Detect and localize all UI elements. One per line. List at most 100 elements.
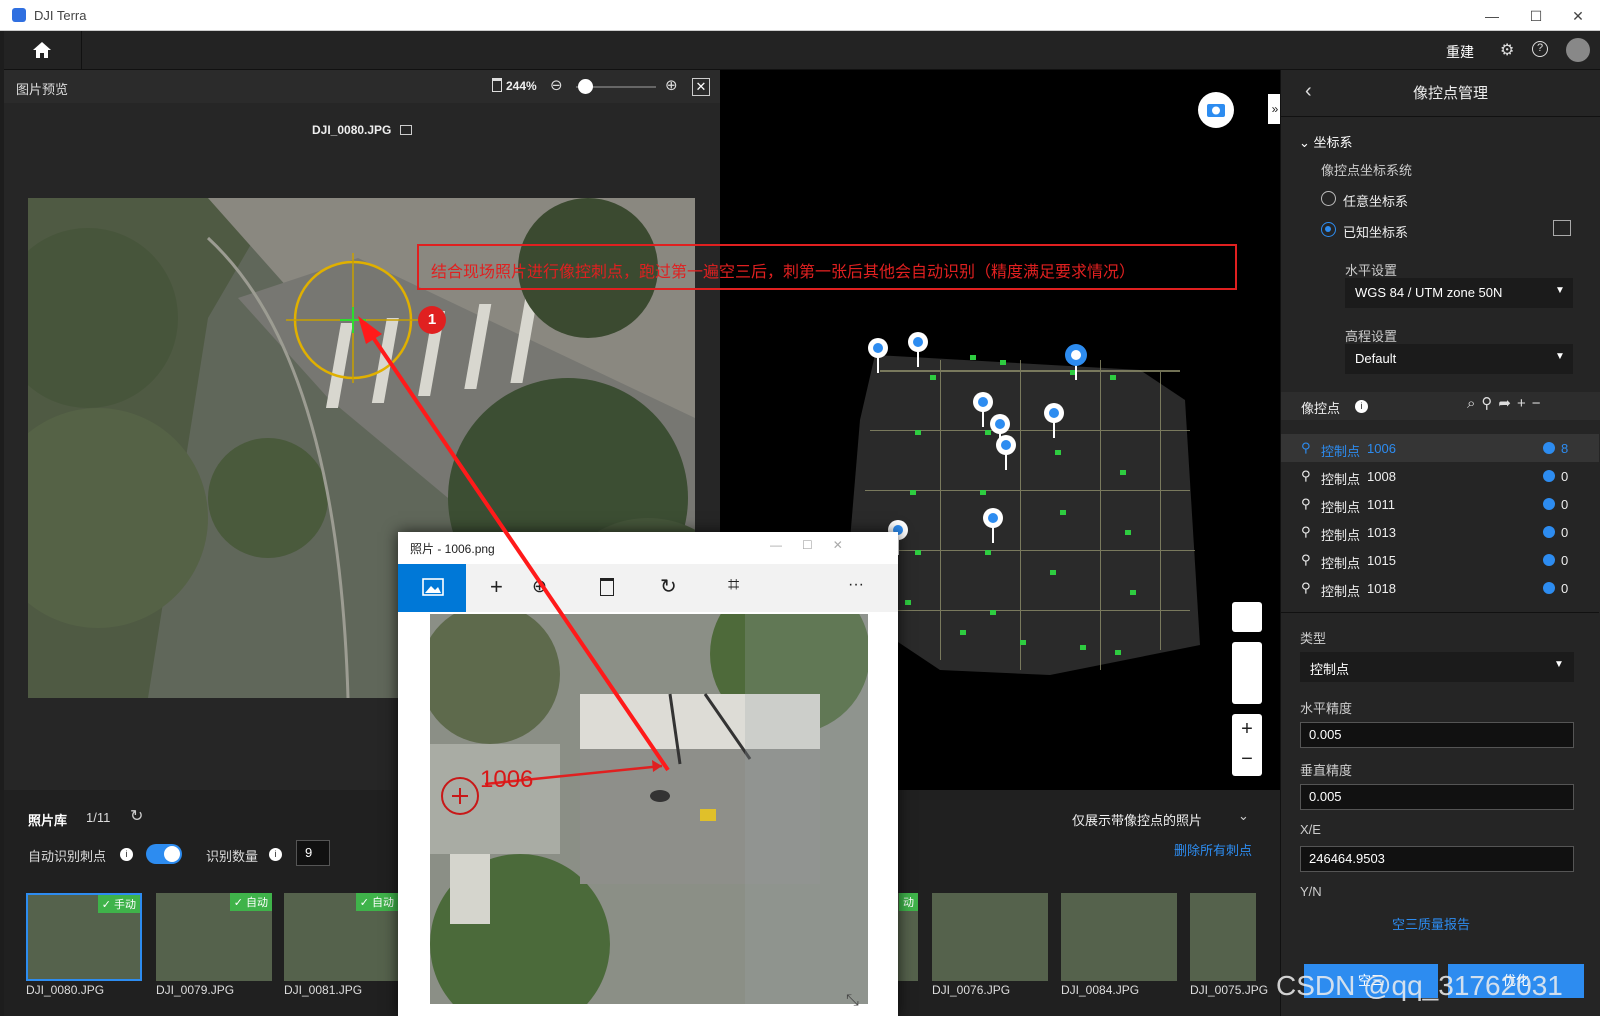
site-photo[interactable]: 1006 <box>430 614 868 1004</box>
gcp-tool-icons[interactable]: ⌕⚲➦+− <box>1467 394 1546 412</box>
photos-window-controls[interactable]: — ☐ ✕ <box>770 538 843 552</box>
horizontal-crs-value: WGS 84 / UTM zone 50N <box>1355 285 1503 300</box>
zoom-slider-handle[interactable] <box>578 79 593 94</box>
gcp-type: 控制点 <box>1321 472 1361 487</box>
radio-known-coord[interactable] <box>1321 222 1336 237</box>
photos-toolbar: + ⊕ ↻ ⌗ ··· <box>398 564 898 612</box>
thumbnail-dji-0076[interactable] <box>932 893 1048 981</box>
gcp-id: 1013 <box>1367 525 1396 540</box>
view-mode-icon[interactable] <box>1232 602 1262 632</box>
gcp-count: 0 <box>1561 525 1569 540</box>
minimize-button[interactable]: — <box>1472 5 1512 27</box>
cube-view-icons[interactable] <box>1232 642 1262 704</box>
help-icon[interactable]: ? <box>1532 41 1548 57</box>
elevation-select[interactable]: Default ▼ <box>1345 344 1573 374</box>
elevation-value: Default <box>1355 351 1397 366</box>
app-toolbar: 重建 ⚙ ? <box>4 31 1600 70</box>
close-preview-icon[interactable]: ✕ <box>692 78 710 96</box>
gcp-row[interactable]: ⚲ 控制点 1018 0 <box>1281 574 1599 602</box>
photo-view-button[interactable] <box>398 564 466 612</box>
watermark: CSDN @qq_31762031 <box>1276 970 1563 1001</box>
import-prj-icon[interactable] <box>1553 220 1571 236</box>
vertical-accuracy-input[interactable]: 0.005 <box>1300 784 1574 810</box>
filter-dropdown[interactable]: 仅展示带像控点的照片 ⌄ <box>1072 804 1252 832</box>
maximize-button[interactable]: ☐ <box>1516 5 1556 27</box>
preview-title: 图片预览 <box>16 82 69 97</box>
radio-any-coord[interactable] <box>1321 191 1336 206</box>
thumbnail-dji-0080[interactable]: ✓ 手动 <box>26 893 142 981</box>
dropdown-arrow-icon: ▼ <box>1555 351 1565 362</box>
gcp-row[interactable]: ⚲ 控制点 1015 0 <box>1281 546 1599 574</box>
auto-recognize-label: 自动识别刺点 <box>28 849 107 864</box>
gcp-pin-icon: ⚲ <box>1301 580 1311 595</box>
chevron-down-icon: ⌄ <box>1238 808 1249 823</box>
recognize-count-label: 识别数量 <box>206 849 259 864</box>
dji-terra-logo-icon <box>12 8 26 22</box>
gcp-list-title: 像控点 <box>1301 401 1341 416</box>
panel-title: 像控点管理 <box>1413 85 1489 102</box>
gcp-count: 0 <box>1561 553 1569 568</box>
camera-button[interactable] <box>1198 92 1234 128</box>
gcp-row[interactable]: ⚲ 控制点 1008 0 <box>1281 462 1599 490</box>
add-icon[interactable]: + <box>490 574 503 600</box>
recognize-count-input[interactable]: 9 <box>296 840 330 866</box>
type-value: 控制点 <box>1310 662 1350 677</box>
gcp-type: 控制点 <box>1321 556 1361 571</box>
gcp-id: 1008 <box>1367 469 1396 484</box>
gcp-row[interactable]: ⚲ 控制点 1011 0 <box>1281 490 1599 518</box>
annotation-text: 结合现场照片进行像控刺点，跑过第一遍空三后，刺第一张后其他会自动识别（精度满足要… <box>431 264 1136 281</box>
x-e-input[interactable]: 246464.9503 <box>1300 846 1574 872</box>
zoom-icon[interactable]: ⊕ <box>532 576 547 597</box>
photos-app-window: 照片 - 1006.png — ☐ ✕ + ⊕ ↻ ⌗ ··· 1006 ⤡ <box>398 532 898 1016</box>
rotate-icon[interactable]: ↻ <box>660 574 677 599</box>
zoom-out-icon[interactable]: ⊖ <box>550 76 563 94</box>
zoom-in-icon[interactable]: ⊕ <box>665 76 678 94</box>
map-zoom-controls[interactable]: + − <box>1232 714 1262 776</box>
coord-system-label: 像控点坐标系统 <box>1321 163 1413 178</box>
gcp-pin-icon: ⚲ <box>1301 524 1311 539</box>
user-avatar[interactable] <box>1566 38 1590 62</box>
thumbnail-dji-0079[interactable]: ✓ 自动 <box>156 893 272 981</box>
close-button[interactable]: ✕ <box>1558 5 1598 27</box>
delete-icon[interactable] <box>600 578 614 596</box>
gcp-label-1006: 1006 <box>480 766 534 793</box>
window-title: DJI Terra <box>34 8 87 23</box>
thumbnail-name: DJI_0081.JPG <box>284 983 363 997</box>
more-options-icon[interactable]: ··· <box>848 576 864 594</box>
aat-quality-report-link[interactable]: 空三质量报告 <box>1392 914 1470 933</box>
auto-tag: ✓ 自动 <box>355 893 398 911</box>
rebuild-button[interactable]: 重建 <box>1446 42 1474 62</box>
gallery-title: 照片库 <box>28 813 68 828</box>
coord-section-toggle[interactable]: ⌄ 坐标系 <box>1299 132 1353 151</box>
resize-icon[interactable]: ⤡ <box>846 992 859 1010</box>
horizontal-crs-select[interactable]: WGS 84 / UTM zone 50N ▼ <box>1345 278 1573 308</box>
gcp-row[interactable]: ⚲ 控制点 1006 8 <box>1281 434 1599 462</box>
gallery-count: 1/11 <box>86 810 111 825</box>
preview-header: 图片预览 244% ⊖ ⊕ ✕ <box>4 70 720 103</box>
folder-icon[interactable] <box>400 125 412 135</box>
trash-icon[interactable] <box>492 78 502 92</box>
horizontal-accuracy-input[interactable]: 0.005 <box>1300 722 1574 748</box>
thumbnail-dji-0084[interactable] <box>1061 893 1177 981</box>
home-button[interactable] <box>4 31 82 70</box>
gcp-type: 控制点 <box>1321 500 1361 515</box>
gcp-pin-icon: ⚲ <box>1301 552 1311 567</box>
image-icon <box>422 578 444 596</box>
auto-recognize-toggle[interactable] <box>146 844 182 864</box>
thumbnail-name: DJI_0084.JPG <box>1061 983 1140 997</box>
y-n-label: Y/N <box>1300 884 1322 899</box>
gcp-pin-icon: ⚲ <box>1301 440 1311 455</box>
thumbnail-dji-0081[interactable]: ✓ 自动 <box>284 893 398 981</box>
thumbnail-dji-0075[interactable] <box>1190 893 1256 981</box>
back-chevron-icon[interactable]: ‹ <box>1305 80 1312 103</box>
refresh-icon[interactable]: ↻ <box>130 806 143 826</box>
dropdown-arrow-icon: ▼ <box>1554 659 1564 670</box>
settings-gear-icon[interactable]: ⚙ <box>1500 40 1514 60</box>
type-label: 类型 <box>1300 631 1327 646</box>
type-select[interactable]: 控制点 ▼ <box>1300 652 1574 682</box>
thumbnail-partial[interactable]: 动 <box>898 893 918 981</box>
crop-icon[interactable]: ⌗ <box>728 574 739 597</box>
check-icon <box>1543 498 1555 510</box>
gcp-row[interactable]: ⚲ 控制点 1013 0 <box>1281 518 1599 546</box>
delete-all-points-link[interactable]: 删除所有刺点 <box>1174 840 1252 859</box>
